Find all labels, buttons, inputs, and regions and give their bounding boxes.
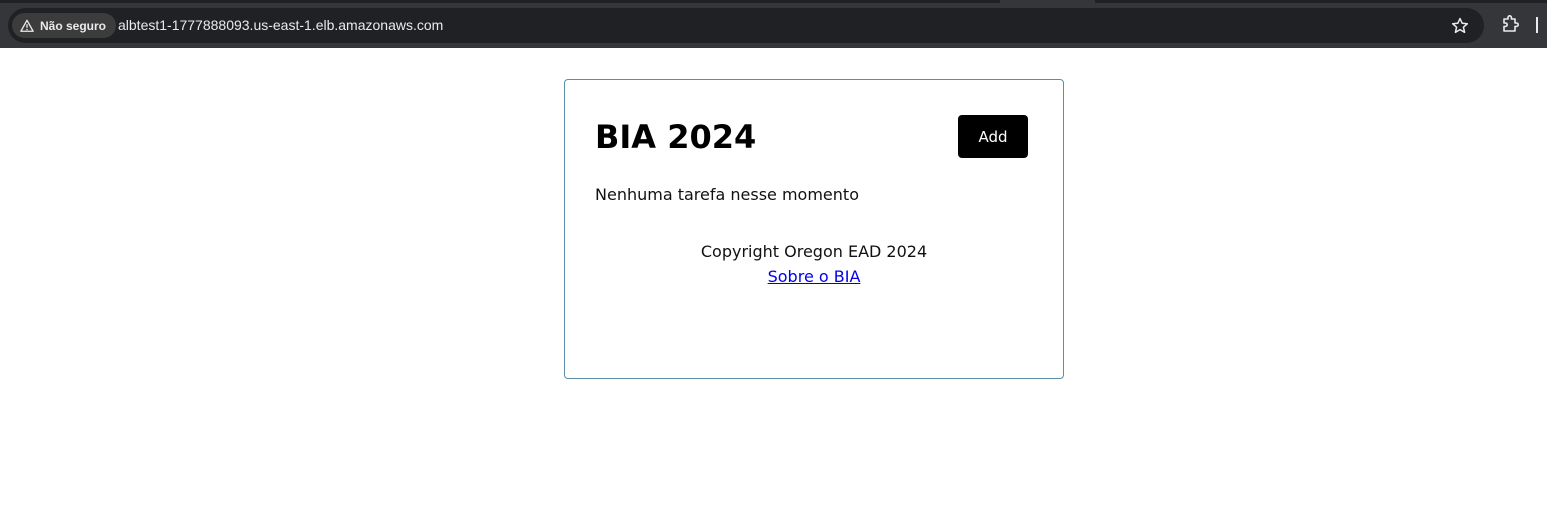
security-indicator[interactable]: Não seguro <box>12 13 117 38</box>
address-bar[interactable]: Não seguro albtest1-1777888093.us-east-1… <box>8 8 1484 43</box>
empty-tasks-message: Nenhuma tarefa nesse momento <box>595 185 859 204</box>
add-button[interactable]: Add <box>958 115 1028 158</box>
warning-triangle-icon <box>20 19 34 32</box>
puzzle-piece-icon[interactable] <box>1500 14 1520 34</box>
todo-card: BIA 2024 Add Nenhuma tarefa nesse moment… <box>564 79 1064 379</box>
about-link[interactable]: Sobre o BIA <box>768 264 861 289</box>
browser-toolbar: Não seguro albtest1-1777888093.us-east-1… <box>0 0 1547 48</box>
star-icon[interactable] <box>1450 16 1470 36</box>
footer: Copyright Oregon EAD 2024 Sobre o BIA <box>565 239 1063 289</box>
page-title: BIA 2024 <box>595 118 757 156</box>
toolbar-divider <box>1536 17 1538 33</box>
url-text[interactable]: albtest1-1777888093.us-east-1.elb.amazon… <box>118 8 443 43</box>
active-tab-edge <box>1000 0 1095 3</box>
copyright-text: Copyright Oregon EAD 2024 <box>700 242 928 261</box>
tab-strip <box>0 0 1547 3</box>
security-label: Não seguro <box>40 18 107 33</box>
